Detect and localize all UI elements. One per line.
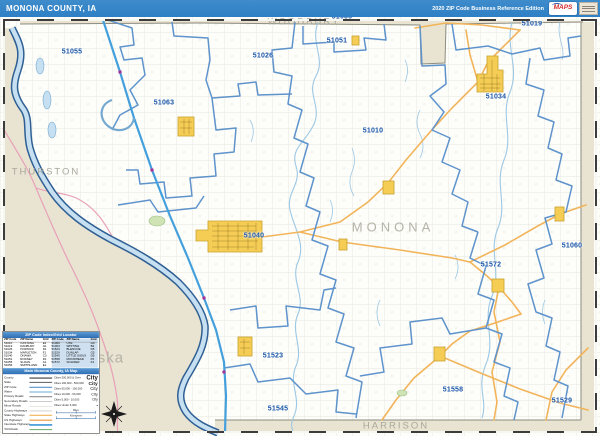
publisher-info-box — [579, 2, 598, 15]
small-lake — [396, 389, 408, 397]
symbol-line-sample — [29, 381, 53, 384]
edition-label: 2020 ZIP Code Business Reference Edition — [432, 5, 544, 12]
symbol-line-sample — [29, 386, 53, 388]
city-area-tiny — [433, 346, 446, 362]
city-size-sample: City — [88, 380, 98, 387]
symbol-line-sample — [29, 391, 53, 393]
blue-lake — [148, 215, 166, 227]
zip-index-group: ZIP Code ZIP Name Grid 51060 UTE G3 51063 WHITI… — [51, 338, 98, 368]
symbol-line-sample — [29, 377, 53, 379]
legend-content: ZIP Code Index/Grid Locator ZIP Code ZIP … — [3, 332, 99, 433]
city-area-tiny — [351, 35, 360, 46]
city-area-tiny — [491, 278, 505, 293]
kilometers-scale-bar: Kilometers — [56, 414, 96, 420]
title-bar: MONONA COUNTY, IA 2020 ZIP Code Business… — [0, 0, 600, 17]
symbol-line-sample — [29, 419, 53, 421]
scale-bars: Miles Kilometers — [54, 409, 98, 420]
city-size-row: Cities Under 5,000 • — [53, 403, 98, 408]
symbol-line-sample — [29, 396, 53, 398]
city-size-sample: City — [92, 398, 98, 402]
legend-city-sizes: Cities 500,000 & Over City Cities 100,000 … — [54, 375, 98, 432]
info-line — [582, 10, 595, 12]
zip-index-row: 51572 SOLDIER F4 — [51, 360, 95, 365]
east-county-strip — [581, 22, 594, 433]
city-size-sample: • — [96, 403, 98, 408]
map-frame-ruler-top — [3, 19, 597, 21]
logo-swoosh-icon — [552, 3, 562, 8]
zip-index-table: ZIP Code ZIP Name Grid 51010 CASTANA E2 51019 D… — [3, 338, 99, 368]
city-area-small — [237, 336, 253, 357]
city-area-tiny — [382, 180, 395, 195]
legend-symbol-list: County State ZIP Code Water Primary Roads Sec… — [4, 375, 53, 432]
symbol-line-sample — [29, 424, 53, 426]
symbol-line-sample — [29, 414, 53, 416]
city-size-list: Cities 500,000 & Over City Cities 100,000 … — [54, 375, 98, 408]
city-size-sample: City — [90, 386, 98, 392]
publisher-logo: MAPS — [549, 2, 577, 15]
symbol-line-sample — [29, 405, 53, 407]
symbol-line-sample — [29, 401, 53, 402]
city-area-tiny — [554, 206, 565, 222]
city-area-tiny — [338, 238, 348, 251]
symbol-line-sample — [29, 410, 53, 412]
legend-symbols-area: County State ZIP Code Water Primary Roads Sec… — [3, 374, 99, 433]
city-size-sample: City — [91, 392, 98, 397]
city-area-small — [177, 116, 195, 137]
info-line — [582, 5, 595, 7]
screenshot-root: MONONA COUNTY, IA 2020 ZIP Code Business… — [0, 0, 600, 436]
map-title: MONONA COUNTY, IA — [6, 4, 97, 13]
info-line — [582, 8, 595, 9]
legend-symbol-row: Toll Roads — [4, 427, 53, 432]
map-frame-ruler-right — [595, 19, 597, 433]
zip-index-row: 51056 SMITHLAND E1 — [4, 364, 47, 368]
zip-index-group: ZIP Code ZIP Name Grid 51010 CASTANA E2 51019 D… — [4, 338, 51, 368]
legend-panel: ZIP Code Index/Grid Locator ZIP Code ZIP … — [2, 331, 100, 434]
symbol-line-sample — [29, 429, 53, 431]
